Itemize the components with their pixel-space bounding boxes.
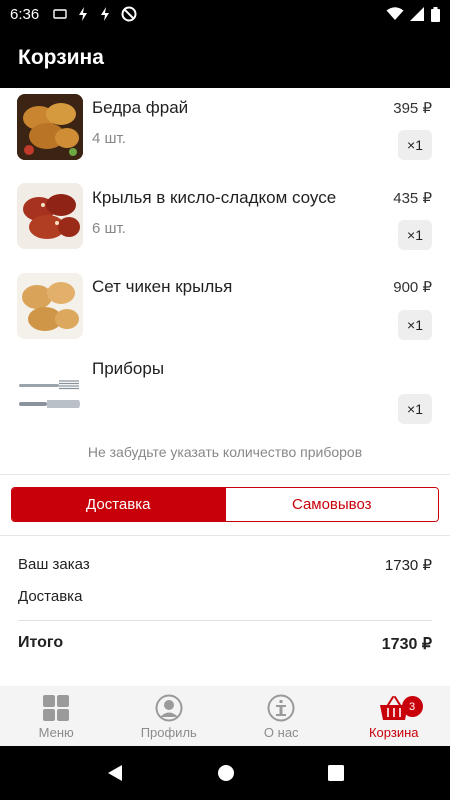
bolt-icon <box>79 7 88 21</box>
quantity-button[interactable]: ×1 <box>398 394 432 424</box>
page-title: Корзина <box>18 46 104 69</box>
cart-list: Бедра фрай 4 шт. 395 ₽ ×1 Крылья в кисло… <box>0 88 450 446</box>
divider <box>18 620 432 621</box>
quantity-button[interactable]: ×1 <box>398 130 432 160</box>
app-icon <box>53 9 67 19</box>
cutlery-reminder: Не забудьте указать количество приборов <box>87 444 363 460</box>
profile-icon <box>155 694 183 722</box>
order-subtotal-row: Ваш заказ 1730 ₽ <box>18 556 432 574</box>
delivery-mode-toggle: Доставка Самовывоз <box>11 487 439 522</box>
signal-icon <box>410 7 424 21</box>
info-icon <box>267 694 295 722</box>
cart-count-badge: 3 <box>401 696 423 717</box>
nav-item-cart[interactable]: Корзина 3 <box>338 686 450 746</box>
quantity-button[interactable]: ×1 <box>398 220 432 250</box>
status-time: 6:36 <box>10 5 40 23</box>
nav-label: О нас <box>263 725 299 740</box>
order-subtotal-label: Ваш заказ <box>18 556 90 573</box>
home-icon[interactable] <box>217 764 235 782</box>
recents-icon[interactable] <box>327 765 344 781</box>
item-price: 435 ₽ <box>393 190 432 207</box>
quantity-button[interactable]: ×1 <box>398 310 432 340</box>
status-bar: 6:36 <box>0 0 450 28</box>
order-subtotal-value: 1730 ₽ <box>384 557 432 574</box>
delivery-cost-label: Доставка <box>18 588 83 605</box>
nav-item-profile[interactable]: Профиль <box>113 686 226 746</box>
item-price: 395 ₽ <box>393 100 432 117</box>
order-total-label: Итого <box>18 634 64 651</box>
item-name: Приборы <box>92 359 165 378</box>
chicken-wings-set-photo <box>17 273 83 339</box>
cart-item[interactable]: Сет чикен крылья 900 ₽ ×1 <box>0 267 450 356</box>
nav-item-about[interactable]: О нас <box>225 686 338 746</box>
bolt-icon <box>101 7 110 21</box>
no-disturb-icon <box>121 6 137 22</box>
cart-item[interactable]: Приборы ×1 <box>0 356 450 446</box>
battery-icon <box>431 6 440 22</box>
fried-thighs-photo <box>17 94 83 160</box>
app-header: Корзина <box>0 28 450 88</box>
divider <box>0 474 450 475</box>
grid-icon <box>43 695 70 721</box>
pickup-option-button[interactable]: Самовывоз <box>224 488 438 521</box>
system-navigation-bar <box>0 746 450 800</box>
cart-item[interactable]: Крылья в кисло-сладком соусе 6 шт. 435 ₽… <box>0 178 450 267</box>
sweet-sour-wings-photo <box>17 183 83 249</box>
order-total-row: Итого 1730 ₽ <box>18 634 432 654</box>
item-price: 900 ₽ <box>393 279 432 296</box>
divider <box>0 535 450 536</box>
status-right-icons <box>386 6 440 22</box>
delivery-option-button[interactable]: Доставка <box>12 488 225 521</box>
item-quantity: 6 шт. <box>92 220 126 237</box>
back-icon[interactable] <box>106 764 124 782</box>
order-total-value: 1730 ₽ <box>381 636 432 653</box>
bottom-navigation: Меню Профиль О нас Корзина 3 <box>0 686 450 746</box>
nav-label: Профиль <box>140 725 197 740</box>
notification-icons <box>53 6 137 22</box>
nav-label: Корзина <box>368 725 419 740</box>
item-quantity: 4 шт. <box>92 130 126 147</box>
cart-item[interactable]: Бедра фрай 4 шт. 395 ₽ ×1 <box>0 88 450 178</box>
item-name: Крылья в кисло-сладком соусе <box>92 188 337 207</box>
item-name: Бедра фрай <box>92 98 189 117</box>
nav-label: Меню <box>38 725 74 740</box>
delivery-cost-row: Доставка <box>18 588 432 605</box>
nav-item-menu[interactable]: Меню <box>0 686 113 746</box>
cutlery-photo <box>17 362 83 428</box>
wifi-icon <box>386 7 404 20</box>
item-name: Сет чикен крылья <box>92 277 233 296</box>
